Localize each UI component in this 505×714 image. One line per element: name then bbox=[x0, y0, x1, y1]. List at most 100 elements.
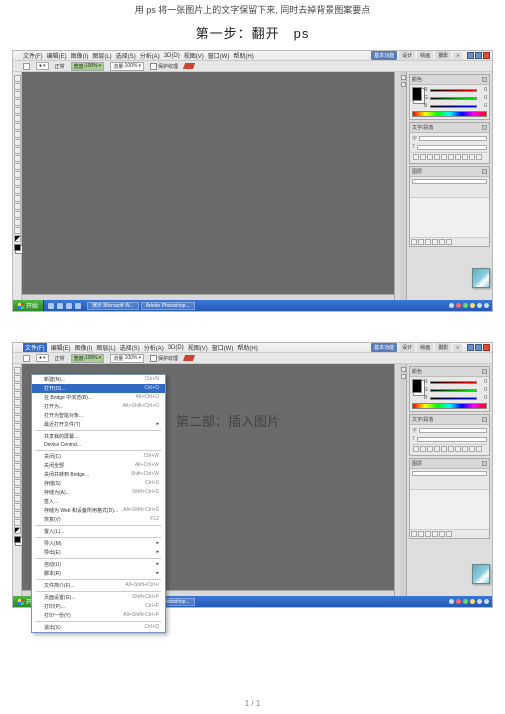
lasso-tool[interactable] bbox=[14, 383, 21, 390]
layers-list[interactable] bbox=[410, 197, 489, 237]
tray-icon[interactable] bbox=[470, 599, 475, 604]
menu-image[interactable]: 图像(I) bbox=[71, 51, 89, 60]
tray-icon[interactable] bbox=[456, 303, 461, 308]
spectrum-bar[interactable] bbox=[412, 111, 487, 117]
menu-view[interactable]: 视图(V) bbox=[188, 343, 208, 352]
g-slider[interactable] bbox=[430, 97, 477, 100]
marquee-tool[interactable] bbox=[14, 83, 21, 90]
file-menu-item[interactable]: 打开为智能对象... bbox=[32, 411, 165, 420]
maximize-button[interactable] bbox=[475, 344, 482, 351]
menu-file-open[interactable]: 文件(F) bbox=[23, 343, 47, 352]
panel-menu-icon[interactable] bbox=[482, 369, 487, 374]
protect-texture-check[interactable]: 保护纹理 bbox=[150, 355, 178, 362]
blur-tool[interactable] bbox=[14, 463, 21, 470]
shape-tool[interactable] bbox=[14, 503, 21, 510]
tray-icon[interactable] bbox=[477, 599, 482, 604]
new-layer-icon[interactable] bbox=[439, 531, 445, 537]
file-menu-item[interactable]: 脚本(R) bbox=[32, 569, 165, 578]
opacity-field[interactable]: 宽度:100% bbox=[71, 354, 105, 363]
minimize-button[interactable] bbox=[467, 344, 474, 351]
h-scrollbar[interactable] bbox=[22, 294, 394, 300]
b-slider[interactable] bbox=[430, 397, 477, 400]
wand-tool[interactable] bbox=[14, 391, 21, 398]
healing-tool[interactable] bbox=[14, 123, 21, 130]
flow-field[interactable]: 流量:100% bbox=[110, 354, 144, 363]
crop-tool[interactable] bbox=[14, 107, 21, 114]
adjust-icon[interactable] bbox=[455, 446, 461, 452]
brush-preset[interactable]: ● bbox=[36, 62, 49, 70]
adjust-icon[interactable] bbox=[469, 446, 475, 452]
adjust-icon[interactable] bbox=[476, 154, 482, 160]
adjust-icon[interactable] bbox=[420, 154, 426, 160]
adjust-icon[interactable] bbox=[434, 446, 440, 452]
menu-layer[interactable]: 图层(L) bbox=[92, 51, 111, 60]
dodge-tool[interactable] bbox=[14, 471, 21, 478]
adjust-icon[interactable] bbox=[448, 154, 454, 160]
file-menu-item[interactable]: 在 Bridge 中浏览(B)...Alt+Ctrl+O bbox=[32, 393, 165, 402]
fx-icon[interactable] bbox=[418, 239, 424, 245]
opacity-field[interactable]: 宽度:100% bbox=[71, 62, 105, 71]
size-field[interactable] bbox=[417, 437, 487, 442]
ql-icon[interactable] bbox=[75, 303, 81, 309]
workspace-tab-more[interactable]: » bbox=[453, 52, 462, 60]
file-menu-item[interactable]: 打印(P)...Ctrl+P bbox=[32, 602, 165, 611]
tray-icon[interactable] bbox=[463, 303, 468, 308]
taskbar-item-ps[interactable]: Adobe Photoshop... bbox=[141, 302, 195, 310]
menu-help[interactable]: 帮助(H) bbox=[237, 343, 257, 352]
panel-menu-icon[interactable] bbox=[482, 169, 487, 174]
workspace-tab-active[interactable]: 基本功能 bbox=[371, 51, 397, 60]
blend-mode-select[interactable] bbox=[412, 471, 487, 476]
file-menu-item[interactable]: 退出(X)Ctrl+Q bbox=[32, 623, 165, 632]
marquee-tool[interactable] bbox=[14, 375, 21, 382]
trash-icon[interactable] bbox=[446, 531, 452, 537]
lasso-tool[interactable] bbox=[14, 91, 21, 98]
gradient-tool[interactable] bbox=[14, 163, 21, 170]
adjust-icon[interactable] bbox=[413, 446, 419, 452]
r-slider[interactable] bbox=[430, 89, 477, 92]
adjust-icon[interactable] bbox=[462, 154, 468, 160]
tray-icon[interactable] bbox=[449, 599, 454, 604]
ql-icon[interactable] bbox=[57, 303, 63, 309]
crop-tool[interactable] bbox=[14, 399, 21, 406]
new-group-icon[interactable] bbox=[432, 531, 438, 537]
panel-menu-icon[interactable] bbox=[482, 417, 487, 422]
pen-tool[interactable] bbox=[14, 187, 21, 194]
file-menu-item[interactable]: Device Central... bbox=[32, 441, 165, 449]
eraser-tool[interactable] bbox=[14, 155, 21, 162]
protect-texture-check[interactable]: 保护纹理 bbox=[150, 63, 178, 70]
healing-tool[interactable] bbox=[14, 415, 21, 422]
type-tool[interactable] bbox=[14, 487, 21, 494]
brush-tool[interactable] bbox=[14, 131, 21, 138]
shape-tool[interactable] bbox=[14, 211, 21, 218]
file-menu-item[interactable]: 页面设置(G)...Shift+Ctrl+P bbox=[32, 593, 165, 602]
minimize-button[interactable] bbox=[467, 52, 474, 59]
start-button[interactable]: 开始 bbox=[13, 300, 44, 311]
menu-edit[interactable]: 编辑(E) bbox=[47, 51, 67, 60]
b-slider[interactable] bbox=[430, 105, 477, 108]
menu-select[interactable]: 选择(S) bbox=[116, 51, 136, 60]
tray-icon[interactable] bbox=[449, 303, 454, 308]
file-menu-item[interactable]: 关闭(C)Ctrl+W bbox=[32, 452, 165, 461]
flow-field[interactable]: 流量:100% bbox=[110, 62, 144, 71]
eyedropper-tool[interactable] bbox=[14, 115, 21, 122]
workspace-tab-1[interactable]: 设计 bbox=[399, 343, 415, 352]
menu-3d[interactable]: 3D(D) bbox=[164, 53, 180, 59]
file-menu-item[interactable]: 关闭并转到 Bridge...Shift+Ctrl+W bbox=[32, 470, 165, 479]
link-layers-icon[interactable] bbox=[411, 239, 417, 245]
adjust-icon[interactable] bbox=[476, 446, 482, 452]
zoom-tool[interactable] bbox=[14, 519, 21, 526]
new-group-icon[interactable] bbox=[432, 239, 438, 245]
quickmask-toggle[interactable] bbox=[14, 235, 21, 242]
layers-list[interactable] bbox=[410, 489, 489, 529]
adjust-icon[interactable] bbox=[427, 446, 433, 452]
brush-tool[interactable] bbox=[14, 423, 21, 430]
blur-tool[interactable] bbox=[14, 171, 21, 178]
panel-menu-icon[interactable] bbox=[482, 461, 487, 466]
menu-layer[interactable]: 图层(L) bbox=[96, 343, 115, 352]
font-field[interactable] bbox=[419, 428, 487, 433]
blend-mode-select[interactable] bbox=[412, 179, 487, 184]
workspace-tab-2[interactable]: 绘画 bbox=[417, 51, 433, 60]
file-menu-item[interactable]: 存储为(A)...Shift+Ctrl+S bbox=[32, 488, 165, 497]
workspace-tab-2[interactable]: 绘画 bbox=[417, 343, 433, 352]
adjust-icon[interactable] bbox=[462, 446, 468, 452]
